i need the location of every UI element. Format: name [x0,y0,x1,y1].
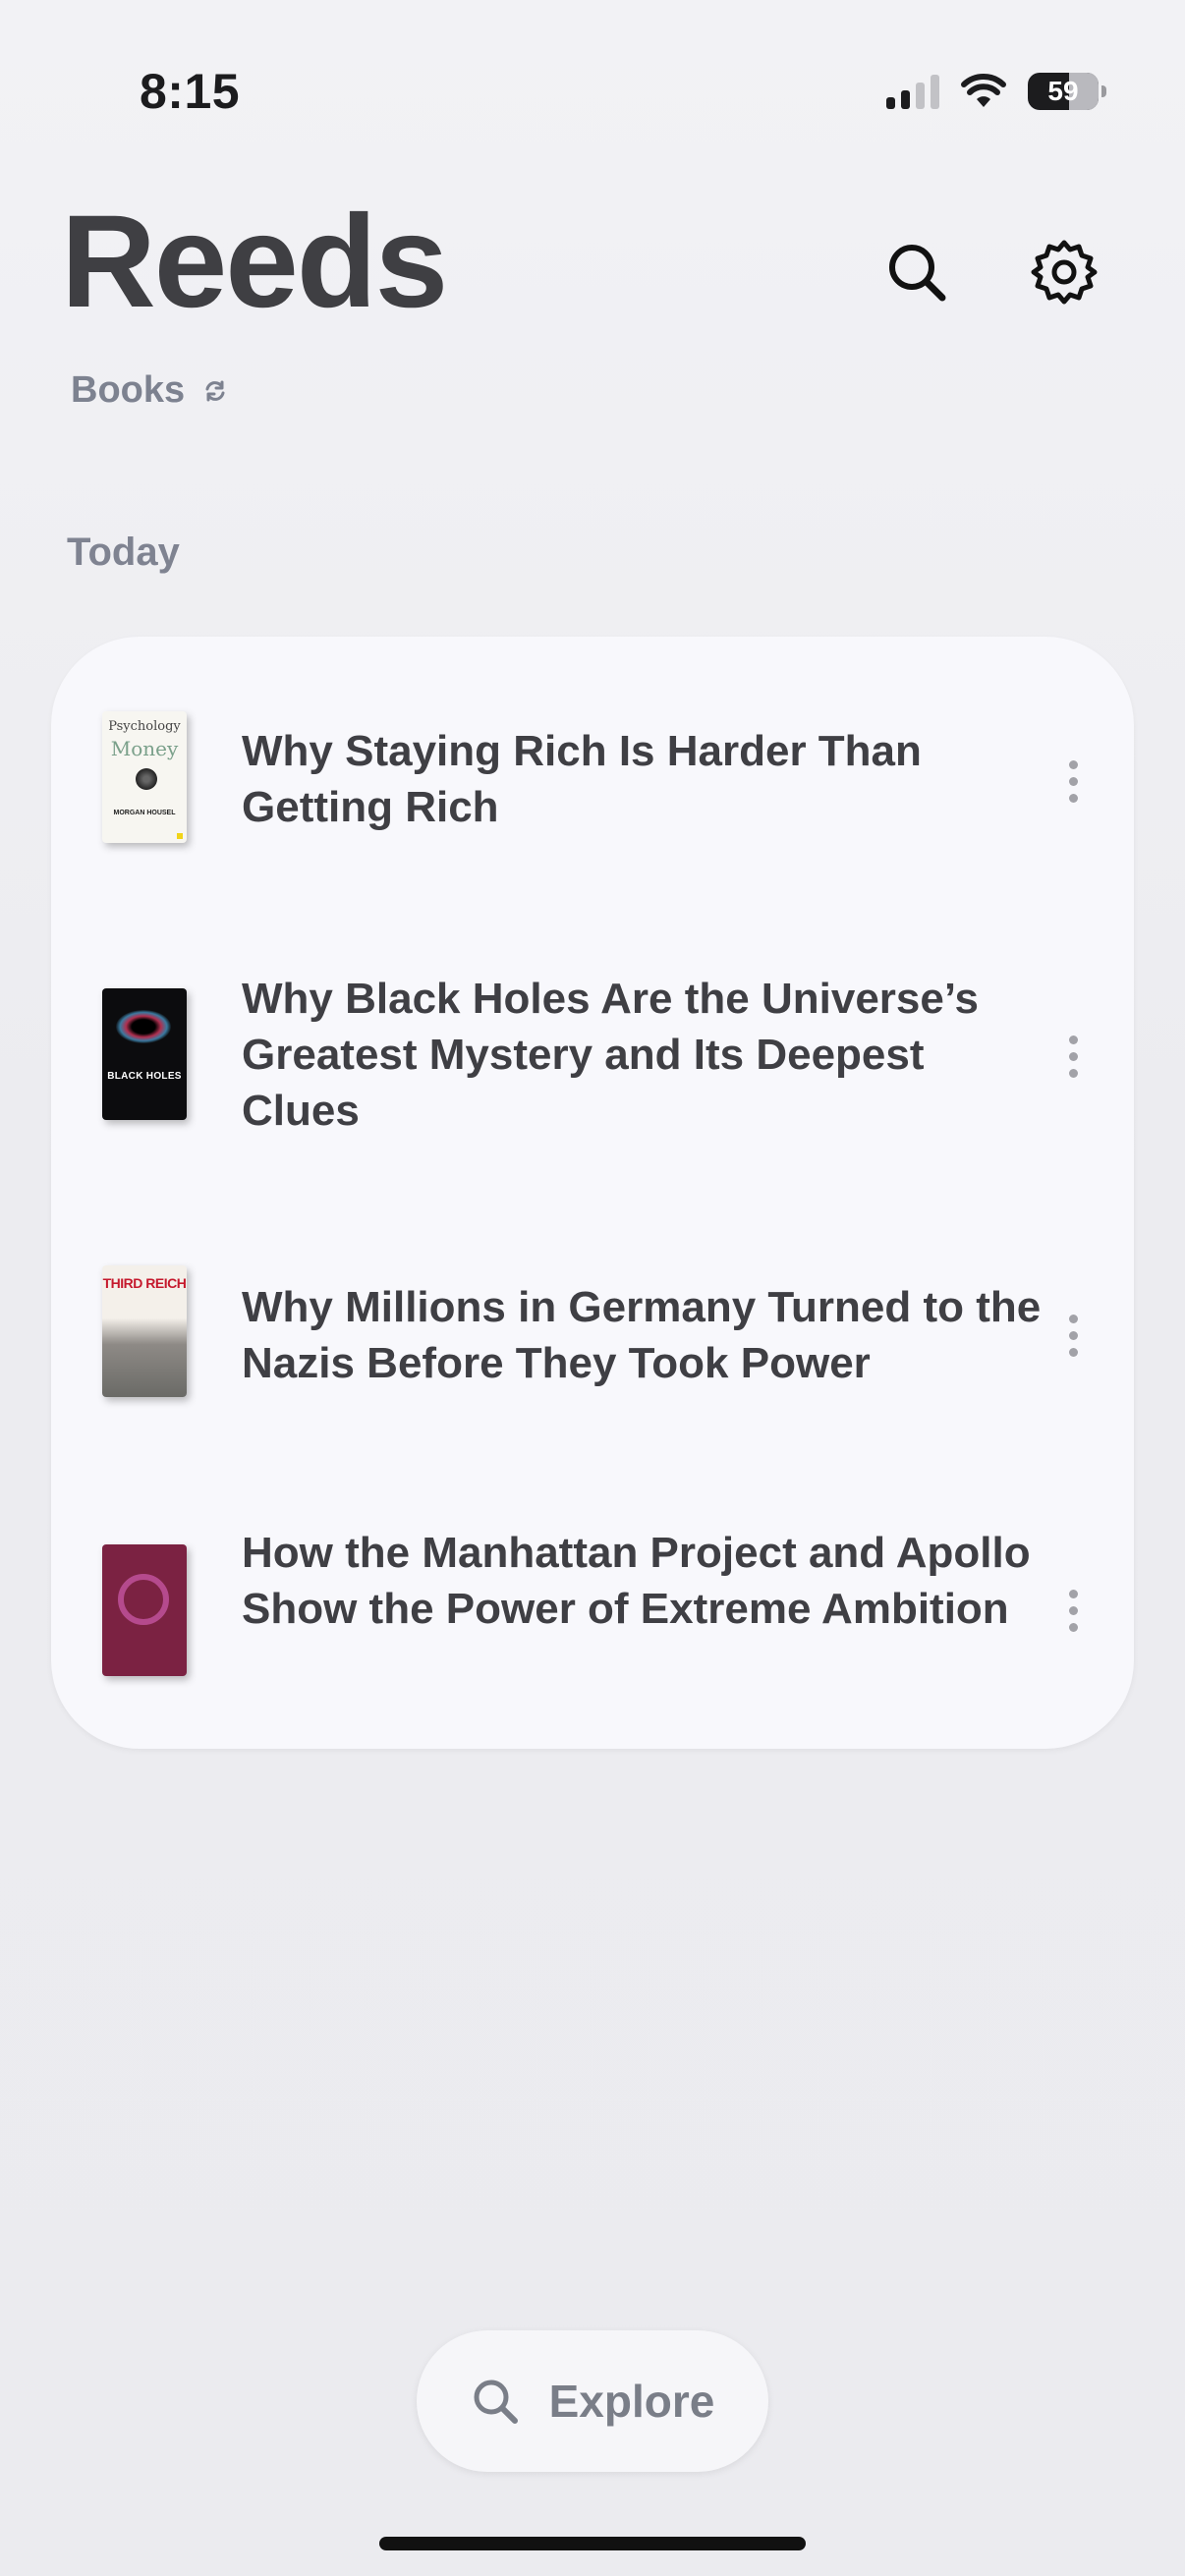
item-title: Why Millions in Germany Turned to the Na… [242,1283,1042,1387]
list-item[interactable]: Psychology Money MORGAN HOUSEL Why Stayi… [51,692,1134,888]
library-selector[interactable]: Books [71,369,228,412]
more-options-button[interactable] [1044,1291,1102,1379]
more-icon [1068,759,1078,769]
gear-icon [1031,240,1098,305]
reading-list-card: Psychology Money MORGAN HOUSEL Why Stayi… [51,637,1134,1749]
status-icons: 59 [886,73,1106,110]
cover-text: THIRD REICH [102,1275,187,1291]
library-label: Books [71,369,186,411]
book-cover [102,1544,187,1676]
explore-label: Explore [548,2376,715,2427]
explore-button[interactable]: Explore [417,2330,768,2472]
app-title: Reeds [61,189,448,335]
more-options-button[interactable] [1044,1012,1102,1100]
section-label-today: Today [67,531,180,574]
status-time: 8:15 [140,64,241,119]
cover-text: BLACK HOLES [107,1071,182,1082]
item-title: How the Manhattan Project and Apollo Sho… [242,1529,1031,1633]
book-cover: Psychology Money MORGAN HOUSEL [102,711,187,843]
home-indicator[interactable] [379,2537,806,2550]
battery-level: 59 [1047,76,1079,106]
item-title: Why Staying Rich Is Harder Than Getting … [242,727,922,831]
search-icon [474,2380,518,2424]
list-item[interactable]: How the Manhattan Project and Apollo Sho… [51,1525,1134,1721]
more-icon [1068,1314,1078,1323]
battery-icon: 59 [1028,73,1106,110]
search-button[interactable] [873,228,961,316]
more-options-button[interactable] [1044,1566,1102,1654]
more-icon [1068,1035,1078,1044]
cover-text: Psychology [108,719,181,734]
wifi-icon [961,74,1006,107]
cellular-signal-icon [886,74,939,109]
more-options-button[interactable] [1044,737,1102,825]
list-item[interactable]: BLACK HOLES Why Black Holes Are the Univ… [51,971,1134,1167]
settings-button[interactable] [1020,228,1108,316]
search-icon [889,245,946,302]
more-icon [1068,1589,1078,1598]
list-item[interactable]: THIRD REICH Why Millions in Germany Turn… [51,1250,1134,1446]
book-cover: THIRD REICH [102,1265,187,1397]
item-title: Why Black Holes Are the Universe’s Great… [242,975,979,1135]
refresh-icon [205,380,225,401]
book-cover: BLACK HOLES [102,988,187,1120]
cover-text: Money [110,737,179,760]
cover-text: MORGAN HOUSEL [113,810,176,816]
